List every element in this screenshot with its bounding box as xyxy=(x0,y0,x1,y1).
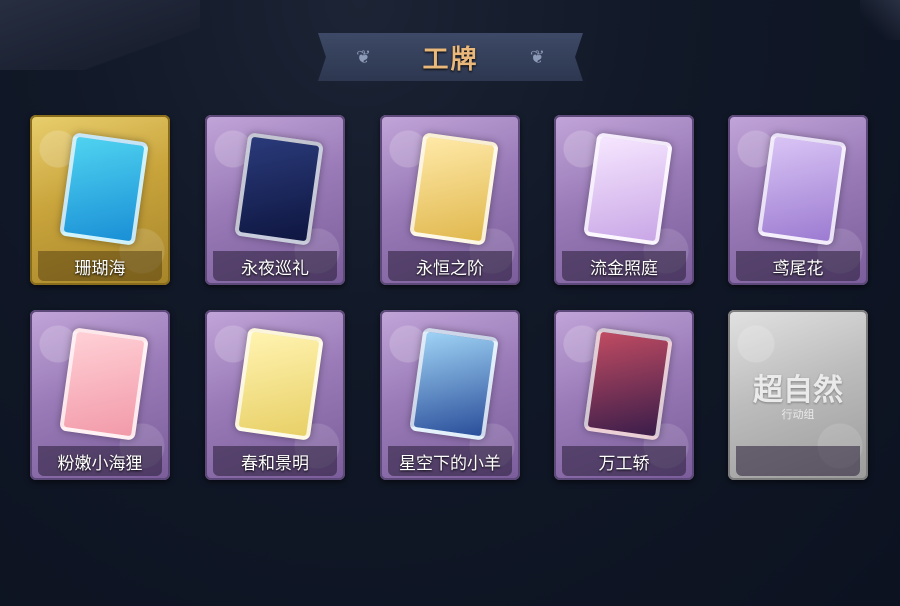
badge-label: 珊瑚海 xyxy=(74,258,126,279)
label-bar: 鸢尾花 xyxy=(736,251,860,281)
label-bar: 春和景明 xyxy=(213,446,337,476)
label-bar: 永夜巡礼 xyxy=(213,251,337,281)
badge-art-iris-icon xyxy=(757,132,847,246)
badge-label: 万工轿 xyxy=(598,453,650,474)
badge-card[interactable]: 永夜巡礼 xyxy=(205,115,345,285)
badge-art-pink-beaver-icon xyxy=(59,327,149,441)
badge-card[interactable]: 鸢尾花 xyxy=(728,115,868,285)
label-bar: 永恒之阶 xyxy=(388,251,512,281)
badge-card[interactable]: 万工轿 xyxy=(554,310,694,480)
badge-card[interactable]: 流金照庭 xyxy=(554,115,694,285)
badge-card[interactable]: 粉嫩小海狸 xyxy=(30,310,170,480)
badge-label: 星空下的小羊 xyxy=(399,453,501,474)
label-bar: 星空下的小羊 xyxy=(388,446,512,476)
label-bar: 珊瑚海 xyxy=(38,251,162,281)
badge-card[interactable]: 永恒之阶 xyxy=(380,115,520,285)
corner-decoration-right xyxy=(860,0,900,40)
supernatural-logo-sub: 行动组 xyxy=(781,408,815,421)
badge-label: 粉嫩小海狸 xyxy=(57,453,143,474)
label-bar: 万工轿 xyxy=(562,446,686,476)
badge-card[interactable]: 星空下的小羊 xyxy=(380,310,520,480)
badge-art-starry-lamb-icon xyxy=(409,327,499,441)
badge-art-eternal-night-icon xyxy=(234,132,324,246)
badge-label: 永夜巡礼 xyxy=(241,258,309,279)
corner-decoration xyxy=(0,0,200,70)
ornament-right-icon: ❦ xyxy=(529,47,545,68)
badge-label: 永恒之阶 xyxy=(416,258,484,279)
badge-card[interactable]: 春和景明 xyxy=(205,310,345,480)
badge-card[interactable]: 珊瑚海 xyxy=(30,115,170,285)
badge-art-wedding-sedan-icon xyxy=(583,327,673,441)
ornament-left-icon: ❦ xyxy=(356,47,372,68)
badge-label: 鸢尾花 xyxy=(772,258,824,279)
page-title: 工牌 xyxy=(422,44,479,75)
badge-art-eternal-steps-icon xyxy=(409,132,499,246)
badge-label: 流金照庭 xyxy=(590,258,658,279)
badge-art-coral-sea-icon xyxy=(59,132,149,246)
supernatural-logo: 超自然 xyxy=(753,373,843,408)
label-bar xyxy=(736,446,860,476)
title-banner: ❦ 工牌 ❦ xyxy=(318,33,583,81)
label-bar: 粉嫩小海狸 xyxy=(38,446,162,476)
badge-card-locked[interactable]: 超自然 行动组 xyxy=(728,310,868,480)
badge-art-golden-court-icon xyxy=(583,132,673,246)
badge-label: 春和景明 xyxy=(241,453,309,474)
badge-art-spring-light-icon xyxy=(234,327,324,441)
label-bar: 流金照庭 xyxy=(562,251,686,281)
